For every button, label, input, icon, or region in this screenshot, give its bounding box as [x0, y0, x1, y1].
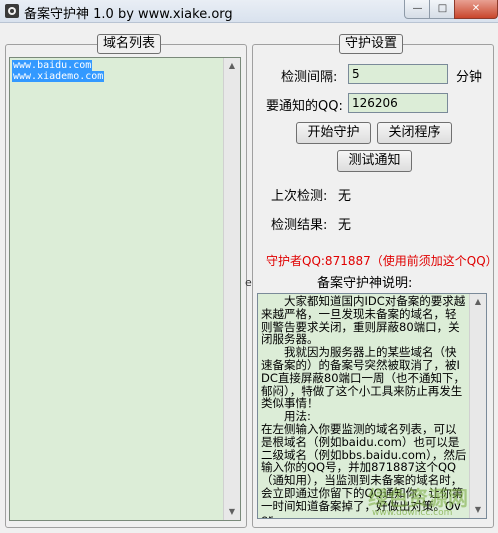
qq-label: 要通知的QQ:	[266, 99, 343, 114]
close-program-button[interactable]: 关闭程序	[377, 122, 452, 144]
qq-input[interactable]: 126206	[348, 93, 448, 113]
result-label: 检测结果:	[271, 218, 328, 233]
last-check-label: 上次检测:	[271, 189, 328, 204]
guardian-qq-text: 守护者QQ:871887（使用前须加这个QQ）	[266, 254, 498, 268]
title-bar: 备案守护神 1.0 by www.xiake.org — □ ✕	[0, 0, 498, 23]
scroll-up-icon[interactable]: ▲	[470, 294, 486, 310]
minimize-button[interactable]: —	[404, 0, 431, 19]
description-paragraph: 大家都知道国内IDC对备案的要求越来越严格，一旦发现未备案的域名，轻则警告要求关…	[261, 294, 466, 347]
scroll-down-icon[interactable]: ▼	[224, 504, 240, 520]
app-icon	[5, 4, 19, 18]
scroll-up-icon[interactable]: ▲	[224, 58, 240, 74]
interval-unit: 分钟	[456, 70, 483, 85]
description-paragraph: 在左侧输入你要监测的域名列表，可以是根域名（例如baidu.com）也可以是二级…	[261, 421, 467, 519]
last-check-value: 无	[338, 189, 352, 204]
maximize-button[interactable]: □	[429, 0, 456, 19]
domain-list-caption: 域名列表	[97, 34, 162, 54]
description-title: 备案守护神说明:	[317, 276, 413, 291]
result-value: 无	[338, 218, 352, 233]
settings-caption: 守护设置	[339, 34, 404, 54]
description-scrollbar[interactable]: ▲ ▼	[469, 294, 486, 518]
window-title: 备案守护神 1.0 by www.xiake.org	[24, 7, 233, 22]
description-text: 大家都知道国内IDC对备案的要求越来越严格，一旦发现未备案的域名，轻则警告要求关…	[261, 294, 467, 519]
scroll-down-icon[interactable]: ▼	[470, 502, 486, 518]
list-item[interactable]: www.xiademo.com	[12, 71, 240, 82]
start-guard-button[interactable]: 开始守护	[296, 122, 371, 144]
domain-listbox[interactable]: www.baidu.com www.xiademo.com ▲ ▼	[9, 57, 241, 521]
description-paragraph: 我就因为服务器上的某些域名（快速备案的）的备案号突然被取消了，被IDC直接屏蔽8…	[261, 345, 466, 411]
list-item[interactable]: www.baidu.com	[12, 60, 240, 71]
domain-list-scrollbar[interactable]: ▲ ▼	[223, 58, 240, 520]
interval-label: 检测间隔:	[281, 70, 338, 85]
test-notify-button[interactable]: 测试通知	[337, 150, 412, 172]
description-textarea[interactable]: 大家都知道国内IDC对备案的要求越来越严格，一旦发现未备案的域名，轻则警告要求关…	[257, 293, 487, 519]
cut-off-text: e	[245, 276, 252, 289]
close-window-button[interactable]: ✕	[454, 0, 498, 19]
interval-input[interactable]: 5	[348, 64, 448, 84]
